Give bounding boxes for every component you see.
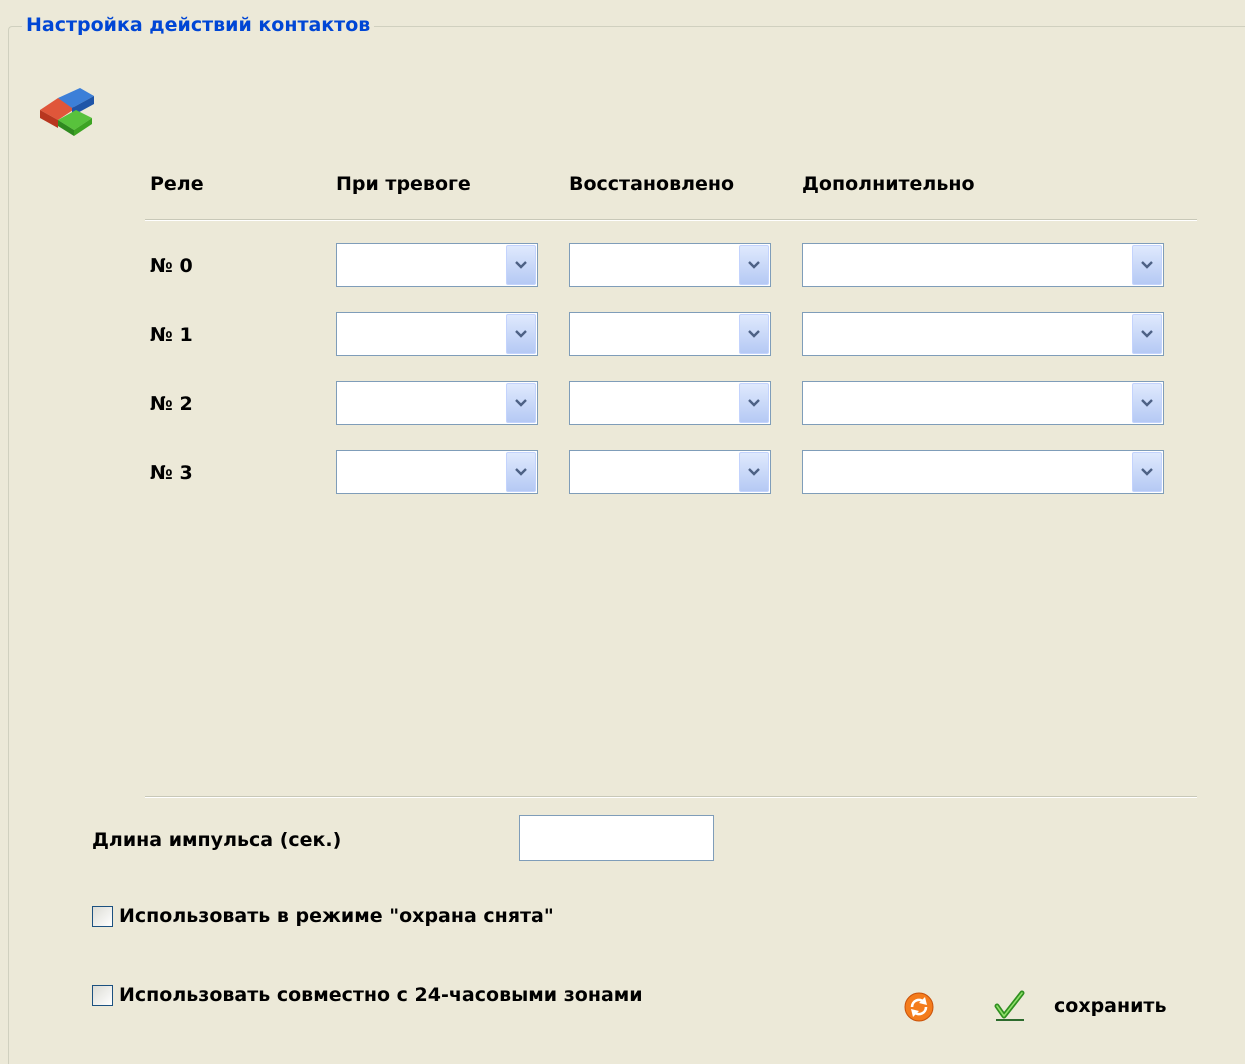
chevron-down-icon[interactable] bbox=[506, 245, 536, 285]
groupbox-title: Настройка действий контактов bbox=[22, 12, 375, 38]
restored-select-2[interactable] bbox=[569, 381, 771, 425]
header-on-alarm: При тревоге bbox=[336, 173, 471, 195]
chevron-down-icon[interactable] bbox=[739, 452, 769, 492]
pulse-length-label: Длина импульса (сек.) bbox=[92, 829, 342, 851]
chevron-down-icon[interactable] bbox=[739, 383, 769, 423]
restored-select-1[interactable] bbox=[569, 312, 771, 356]
refresh-icon[interactable] bbox=[904, 992, 934, 1022]
relay-label-0: № 0 bbox=[150, 255, 193, 277]
header-relay: Реле bbox=[150, 173, 204, 195]
chevron-down-icon[interactable] bbox=[1132, 383, 1162, 423]
restored-select-3[interactable] bbox=[569, 450, 771, 494]
relay-label-1: № 1 bbox=[150, 324, 193, 346]
restored-select-0[interactable] bbox=[569, 243, 771, 287]
footer-divider bbox=[145, 796, 1197, 798]
extra-select-2[interactable] bbox=[802, 381, 1164, 425]
relay-label-3: № 3 bbox=[150, 462, 193, 484]
alarm-select-0[interactable] bbox=[336, 243, 538, 287]
save-label[interactable]: сохранить bbox=[1054, 995, 1166, 1017]
pulse-length-input[interactable] bbox=[519, 815, 714, 861]
checkmark-icon[interactable] bbox=[992, 990, 1028, 1022]
chevron-down-icon[interactable] bbox=[739, 245, 769, 285]
chevron-down-icon[interactable] bbox=[1132, 452, 1162, 492]
chevron-down-icon[interactable] bbox=[1132, 314, 1162, 354]
chevron-down-icon[interactable] bbox=[506, 314, 536, 354]
save-button[interactable]: сохранить bbox=[992, 990, 1166, 1022]
zones24-label[interactable]: Использовать совместно с 24-часовыми зон… bbox=[119, 984, 643, 1006]
chevron-down-icon[interactable] bbox=[1132, 245, 1162, 285]
extra-select-3[interactable] bbox=[802, 450, 1164, 494]
header-restored: Восстановлено bbox=[569, 173, 735, 195]
extra-select-0[interactable] bbox=[802, 243, 1164, 287]
header-divider bbox=[145, 219, 1197, 221]
chevron-down-icon[interactable] bbox=[506, 383, 536, 423]
chevron-down-icon[interactable] bbox=[739, 314, 769, 354]
zones24-checkbox[interactable] bbox=[92, 984, 113, 1006]
alarm-select-3[interactable] bbox=[336, 450, 538, 494]
chevron-down-icon[interactable] bbox=[506, 452, 536, 492]
alarm-select-1[interactable] bbox=[336, 312, 538, 356]
header-additional: Дополнительно bbox=[802, 173, 975, 195]
app-cubes-icon bbox=[40, 88, 94, 136]
zones24-option[interactable]: Использовать совместно с 24-часовыми зон… bbox=[92, 984, 643, 1006]
alarm-select-2[interactable] bbox=[336, 381, 538, 425]
disarmed-mode-option[interactable]: Использовать в режиме "охрана снята" bbox=[92, 905, 554, 927]
relay-label-2: № 2 bbox=[150, 393, 193, 415]
disarmed-mode-label[interactable]: Использовать в режиме "охрана снята" bbox=[119, 905, 554, 927]
extra-select-1[interactable] bbox=[802, 312, 1164, 356]
refresh-button[interactable] bbox=[904, 992, 934, 1022]
disarmed-mode-checkbox[interactable] bbox=[92, 905, 113, 927]
